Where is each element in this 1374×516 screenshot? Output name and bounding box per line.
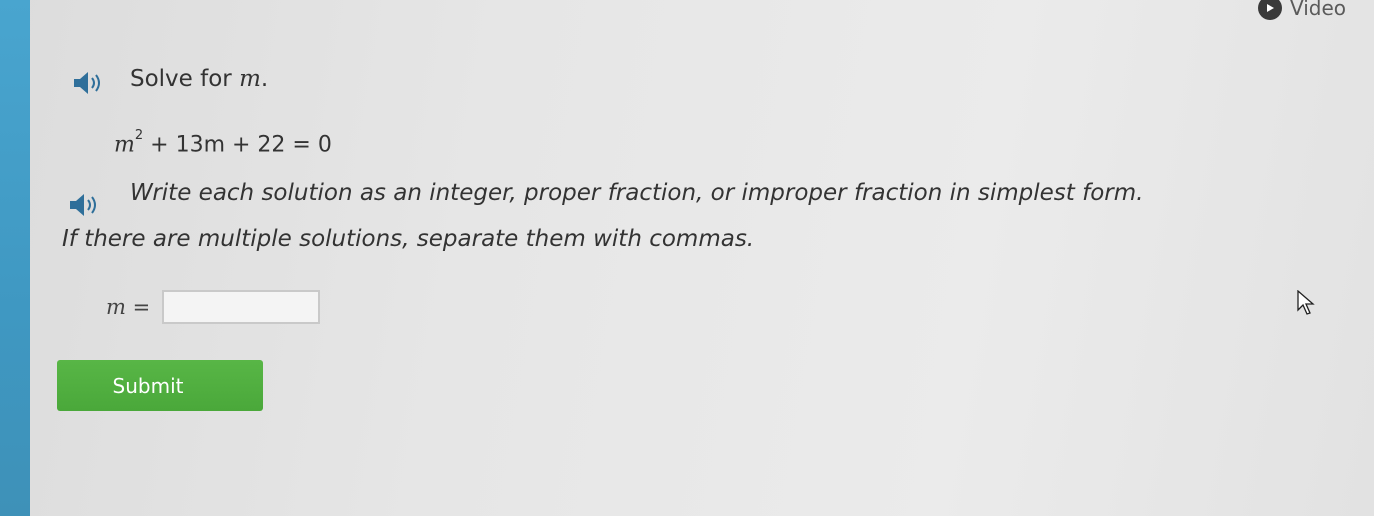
video-button[interactable]: Video [1258,0,1346,20]
equation: m2 + 13m + 22 = 0 [114,128,332,158]
mouse-cursor-icon [1297,290,1315,315]
equation-rest: + 13m + 22 = 0 [143,132,332,158]
play-icon [1258,0,1282,20]
speaker-icon[interactable] [72,70,106,94]
submit-button[interactable]: Submit [57,360,263,411]
video-label: Video [1290,0,1347,20]
equation-exponent: 2 [134,128,144,143]
answer-input[interactable] [162,290,321,324]
instruction-line-2: If there are multiple solutions, separat… [62,226,755,252]
answer-label: m = [106,295,150,319]
page: Video Solve for m. m2 + 13m + 22 = 0 Wri… [0,0,1374,516]
instruction-line-1: Write each solution as an integer, prope… [130,180,1144,206]
answer-label-variable: m [106,295,126,319]
answer-row: m = [106,290,321,324]
equation-base: m [114,132,135,158]
answer-label-equals: = [132,295,151,319]
prompt-end: . [260,66,269,92]
prompt-variable: m [239,66,261,92]
prompt-text: Solve for [130,66,240,92]
speaker-icon[interactable] [68,192,102,216]
left-sidebar-strip [0,0,30,516]
question-prompt: Solve for m. [130,66,268,92]
